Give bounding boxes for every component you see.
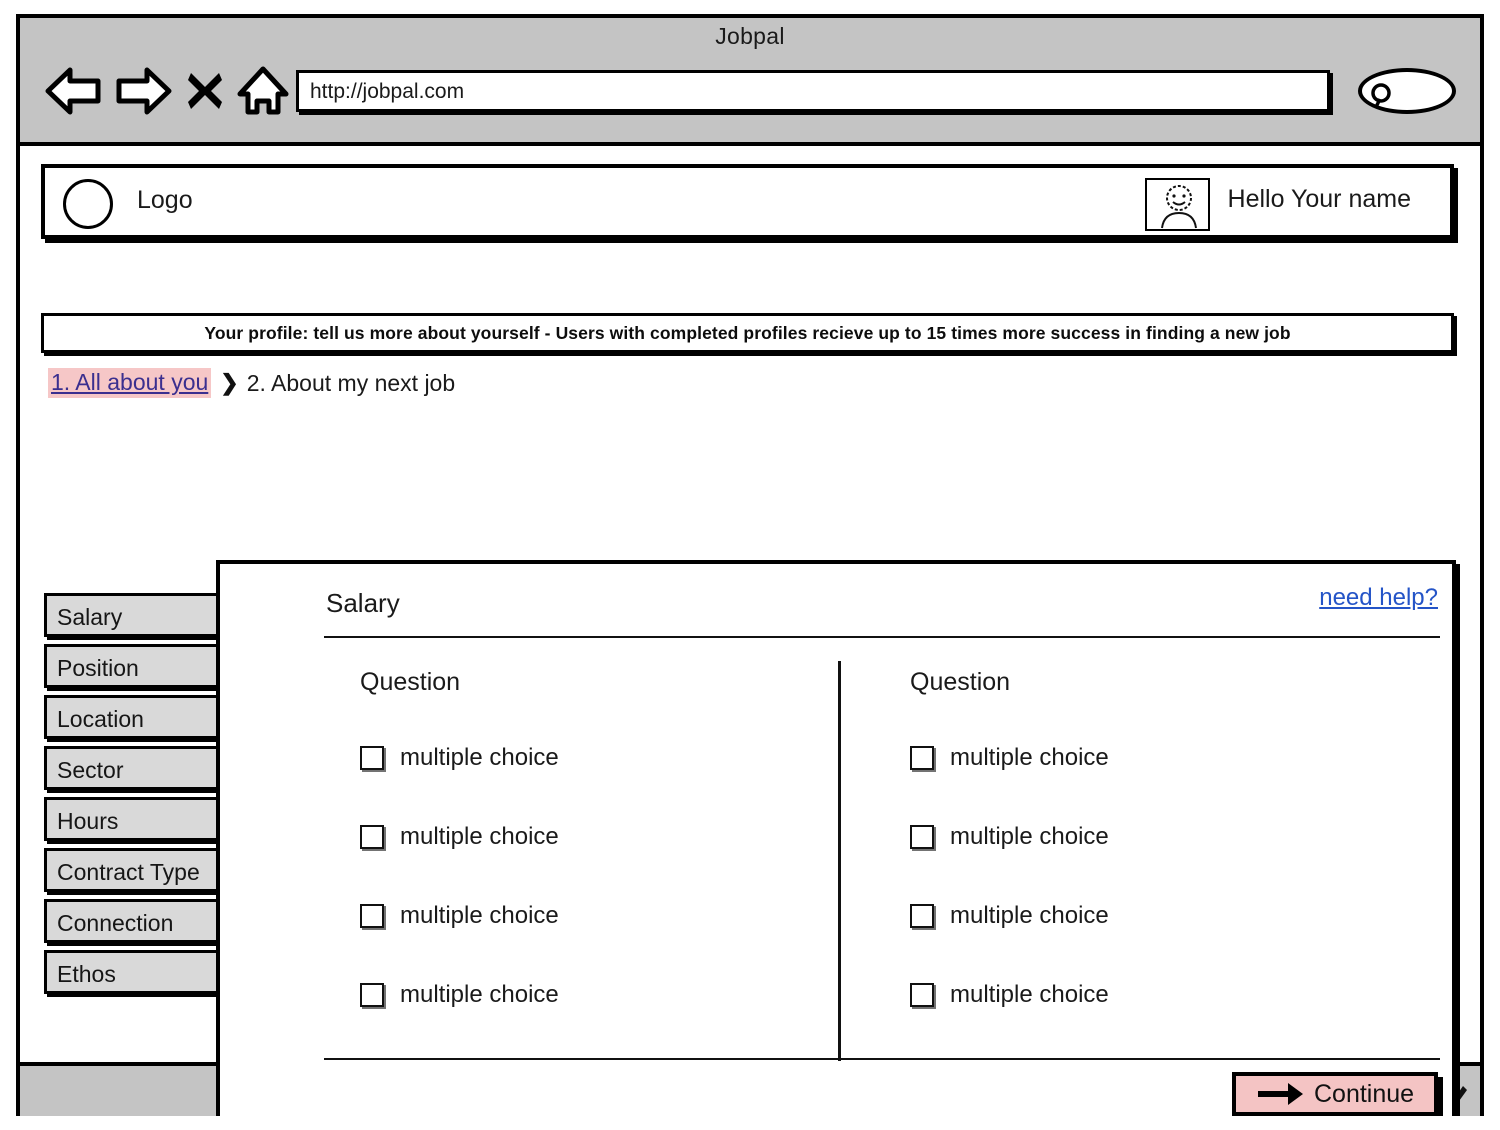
browser-window: Jobpal http://jobpal.com Logo Hello Your…	[16, 14, 1484, 1116]
back-arrow-icon[interactable]	[44, 66, 102, 116]
checkbox-row[interactable]: multiple choice	[360, 823, 830, 850]
checkbox-row[interactable]: multiple choice	[910, 902, 1380, 929]
checkbox-label: multiple choice	[950, 823, 1109, 850]
column-divider	[838, 661, 841, 1061]
page-content: Logo Hello Your name Your profile: tell …	[20, 146, 1480, 1116]
sidebar-item-location[interactable]: Location	[44, 695, 220, 739]
question-heading: Question	[910, 668, 1011, 696]
checkbox-row[interactable]: multiple choice	[910, 823, 1380, 850]
checkbox-label: multiple choice	[950, 981, 1109, 1008]
sidebar-item-label: Position	[57, 655, 139, 681]
checkbox-icon[interactable]	[360, 825, 384, 849]
browser-toolbar: http://jobpal.com	[20, 60, 1480, 130]
checkbox-icon[interactable]	[360, 904, 384, 928]
checkbox-row[interactable]: multiple choice	[360, 981, 830, 1008]
continue-button-label: Continue	[1314, 1079, 1415, 1108]
question-heading: Question	[360, 668, 461, 696]
site-header: Logo Hello Your name	[41, 164, 1454, 239]
question-panel: Salary need help? Question multiple choi…	[216, 560, 1456, 1116]
home-icon[interactable]	[236, 64, 290, 118]
continue-button[interactable]: Continue	[1232, 1072, 1438, 1116]
sidebar-item-label: Connection	[57, 910, 174, 936]
sidebar-item-label: Salary	[57, 604, 123, 630]
window-title: Jobpal	[715, 23, 785, 49]
checkbox-row[interactable]: multiple choice	[360, 744, 830, 771]
checkbox-label: multiple choice	[950, 744, 1109, 771]
checkbox-label: multiple choice	[950, 902, 1109, 929]
logo-circle-icon	[63, 179, 113, 229]
chevron-right-icon: ❯	[220, 370, 239, 395]
sidebar-item-label: Location	[57, 706, 144, 732]
checkbox-icon[interactable]	[910, 904, 934, 928]
breadcrumb-step-2[interactable]: 2. About my next job	[247, 370, 455, 397]
checkbox-row[interactable]: multiple choice	[910, 981, 1380, 1008]
sidebar-item-sector[interactable]: Sector	[44, 746, 220, 790]
sidebar-item-ethos[interactable]: Ethos	[44, 950, 220, 994]
breadcrumb-step-1[interactable]: 1. All about you	[48, 368, 212, 398]
checkbox-label: multiple choice	[400, 744, 559, 771]
url-text: http://jobpal.com	[310, 80, 465, 103]
sidebar-item-position[interactable]: Position	[44, 644, 220, 688]
checkbox-label: multiple choice	[400, 823, 559, 850]
sidebar-item-label: Hours	[57, 808, 119, 834]
sidebar-item-connection[interactable]: Connection	[44, 899, 220, 943]
checkbox-row[interactable]: multiple choice	[910, 744, 1380, 771]
forward-arrow-icon[interactable]	[115, 66, 173, 116]
user-avatar-icon[interactable]	[1145, 178, 1210, 231]
right-arrow-icon	[1258, 1083, 1303, 1105]
panel-bottom-divider	[324, 1058, 1440, 1060]
panel-top-divider	[324, 636, 1440, 638]
stop-x-icon[interactable]	[186, 70, 224, 112]
checkbox-icon[interactable]	[910, 825, 934, 849]
sidebar-item-label: Sector	[57, 757, 124, 783]
profile-banner: Your profile: tell us more about yoursel…	[41, 313, 1454, 353]
sidebar-item-hours[interactable]: Hours	[44, 797, 220, 841]
panel-header: Salary need help?	[220, 564, 1452, 642]
checkbox-icon[interactable]	[360, 983, 384, 1007]
need-help-link[interactable]: need help?	[1319, 584, 1438, 612]
sidebar-item-salary[interactable]: Salary	[44, 593, 220, 637]
checkbox-label: multiple choice	[400, 902, 559, 929]
search-magnifier-icon	[1371, 83, 1391, 108]
breadcrumb: 1. All about you ❯ 2. About my next job	[48, 368, 455, 398]
checkbox-icon[interactable]	[910, 983, 934, 1007]
user-greeting: Hello Your name	[1227, 185, 1411, 213]
checkbox-icon[interactable]	[360, 746, 384, 770]
checkbox-row[interactable]: multiple choice	[360, 902, 830, 929]
sidebar-item-label: Ethos	[57, 961, 116, 987]
profile-banner-text: Your profile: tell us more about yoursel…	[204, 322, 1291, 343]
logo-label: Logo	[137, 186, 193, 214]
sidebar: Salary Position Location Sector Hours Co…	[44, 593, 220, 1001]
checkbox-label: multiple choice	[400, 981, 559, 1008]
browser-search-button[interactable]	[1358, 68, 1456, 114]
question-column-left: Question multiple choice multiple choice…	[360, 668, 830, 1061]
browser-chrome: Jobpal http://jobpal.com	[20, 18, 1480, 146]
sidebar-item-contract-type[interactable]: Contract Type	[44, 848, 220, 892]
checkbox-icon[interactable]	[910, 746, 934, 770]
question-column-right: Question multiple choice multiple choice…	[910, 668, 1380, 1061]
screenshot-root: Jobpal http://jobpal.com Logo Hello Your…	[0, 0, 1500, 1130]
url-input[interactable]: http://jobpal.com	[296, 70, 1330, 112]
panel-title: Salary	[326, 588, 400, 618]
sidebar-item-label: Contract Type	[57, 859, 200, 885]
